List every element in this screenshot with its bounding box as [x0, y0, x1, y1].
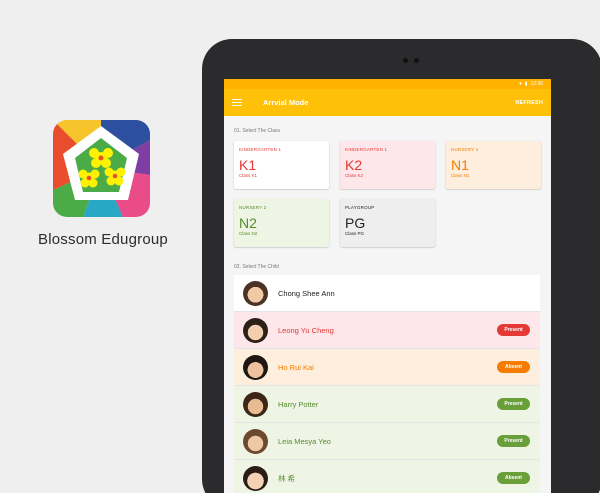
child-row[interactable]: Leong Yu Cheng Present: [234, 312, 540, 349]
app-bar-title: Arrvial Mode: [263, 98, 309, 107]
child-list: Chong Shee Ann Leong Yu Cheng Present Ho…: [234, 275, 540, 493]
status-bar: ▾ ▮ 12:30: [224, 79, 551, 89]
class-card-k1[interactable]: KINDERGARTEN 1 K1 Class K1: [234, 141, 329, 189]
class-code: N2: [239, 215, 257, 231]
avatar: [243, 465, 268, 491]
class-card-n2[interactable]: NURSERY 2 N2 Class N2: [234, 199, 329, 247]
status-badge[interactable]: Present: [497, 398, 530, 410]
child-row[interactable]: Chong Shee Ann: [234, 275, 540, 312]
class-code: N1: [451, 157, 469, 173]
child-row[interactable]: 林 希 Absent: [234, 460, 540, 493]
child-name: Ho Rui Kai: [278, 362, 314, 372]
avatar: [243, 391, 268, 417]
avatar: [243, 428, 268, 454]
class-card-n1[interactable]: NURSERY 1 N1 Class N1: [446, 141, 541, 189]
class-category: KINDERGARTEN 1: [239, 147, 282, 152]
class-grid: KINDERGARTEN 1 K1 Class K1 KINDERGARTEN …: [224, 134, 551, 254]
tablet-camera: [414, 58, 419, 63]
wifi-icon: ▾: [519, 81, 522, 87]
class-category: KINDERGARTEN 1: [345, 147, 388, 152]
select-child-heading: 02. Select The Child: [234, 264, 279, 270]
child-row[interactable]: Harry Potter Present: [234, 386, 540, 423]
class-code: PG: [345, 215, 366, 231]
class-subtitle: Class N1: [451, 173, 470, 178]
class-category: NURSERY 2: [239, 205, 267, 210]
child-name: Leia Mesya Yeo: [278, 436, 331, 446]
avatar: [243, 317, 268, 343]
class-category: NURSERY 1: [451, 147, 479, 152]
app-logo: [53, 120, 150, 217]
refresh-button[interactable]: REFRESH: [515, 100, 543, 106]
child-name: Harry Potter: [278, 399, 319, 409]
class-subtitle: Class K2: [345, 173, 364, 178]
class-subtitle: Class PG: [345, 231, 365, 236]
class-subtitle: Class K1: [239, 173, 258, 178]
class-subtitle: Class N2: [239, 231, 258, 236]
battery-icon: ▮: [524, 81, 528, 87]
status-badge[interactable]: Present: [497, 324, 530, 336]
class-code: K2: [345, 157, 363, 173]
status-badge[interactable]: Absent: [497, 472, 530, 484]
class-card-pg[interactable]: PLAYGROUP PG Class PG: [340, 199, 435, 247]
class-code: K1: [239, 157, 257, 173]
avatar: [243, 354, 268, 380]
child-row[interactable]: Leia Mesya Yeo Present: [234, 423, 540, 460]
tablet-sensor: [403, 58, 408, 63]
brand-name: Blossom Edugroup: [38, 231, 168, 248]
status-badge[interactable]: Absent: [497, 361, 530, 373]
status-badge[interactable]: Present: [497, 435, 530, 447]
app-bar: Arrvial Mode REFRESH: [224, 89, 551, 116]
app-screen: ▾ ▮ 12:30 Arrvial Mode REFRESH 01. Selec…: [224, 79, 551, 493]
class-category: PLAYGROUP: [345, 205, 375, 210]
class-card-k2[interactable]: KINDERGARTEN 1 K2 Class K2: [340, 141, 435, 189]
child-name: 林 希: [278, 473, 296, 483]
menu-icon[interactable]: [232, 98, 242, 107]
status-time: 12:30: [530, 81, 543, 87]
avatar: [243, 280, 268, 306]
child-row[interactable]: Ho Rui Kai Absent: [234, 349, 540, 386]
child-name: Chong Shee Ann: [278, 288, 335, 298]
child-name: Leong Yu Cheng: [278, 325, 334, 335]
